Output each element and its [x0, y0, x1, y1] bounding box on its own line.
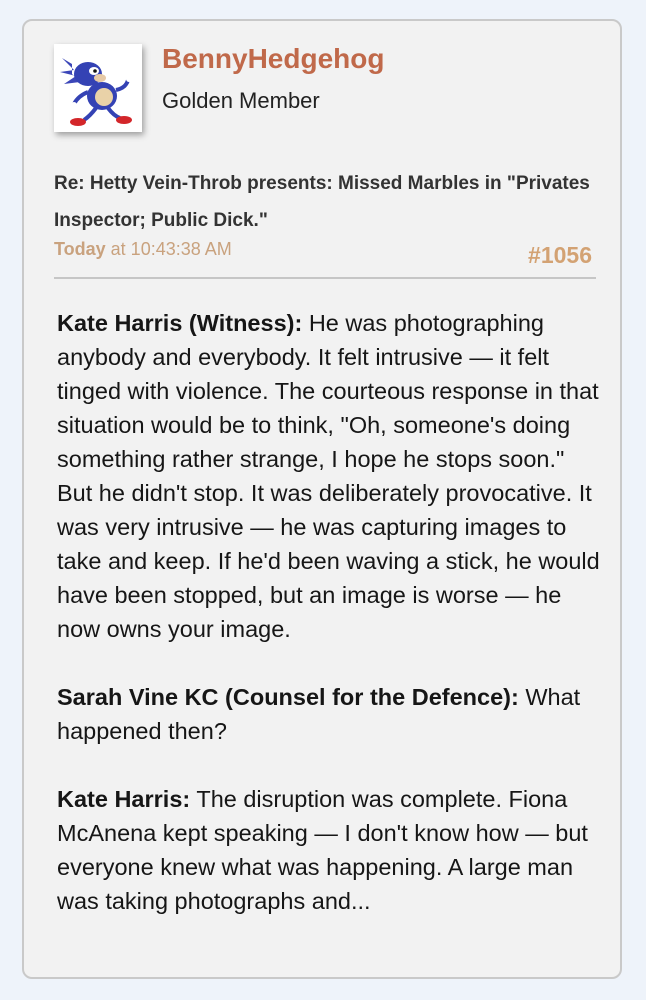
- timestamp-time: at 10:43:38 AM: [105, 239, 232, 259]
- author-username[interactable]: BennyHedgehog: [162, 43, 384, 75]
- paragraph-text: He was photographing anybody and everybo…: [57, 310, 600, 642]
- post-paragraph: Kate Harris (Witness): He was photograph…: [57, 306, 602, 646]
- timestamp-day: Today: [54, 239, 106, 259]
- post-paragraph: Kate Harris: The disruption was complete…: [57, 782, 602, 918]
- member-title: Golden Member: [162, 88, 320, 113]
- post-number-link[interactable]: #1056: [528, 242, 592, 269]
- post-body: Kate Harris (Witness): He was photograph…: [57, 306, 602, 952]
- post-timestamp[interactable]: Today at 10:43:38 AM: [54, 239, 232, 260]
- user-avatar[interactable]: [54, 44, 142, 132]
- header-divider: [54, 277, 596, 279]
- thread-title[interactable]: Re: Hetty Vein-Throb presents: Missed Ma…: [54, 165, 594, 239]
- speaker-name: Sarah Vine KC (Counsel for the Defence):: [57, 684, 519, 710]
- forum-post: BennyHedgehog Golden Member Re: Hetty Ve…: [22, 19, 622, 979]
- hedgehog-avatar-icon: [60, 58, 132, 126]
- speaker-name: Kate Harris (Witness):: [57, 310, 303, 336]
- speaker-name: Kate Harris:: [57, 786, 191, 812]
- post-paragraph: Sarah Vine KC (Counsel for the Defence):…: [57, 680, 602, 748]
